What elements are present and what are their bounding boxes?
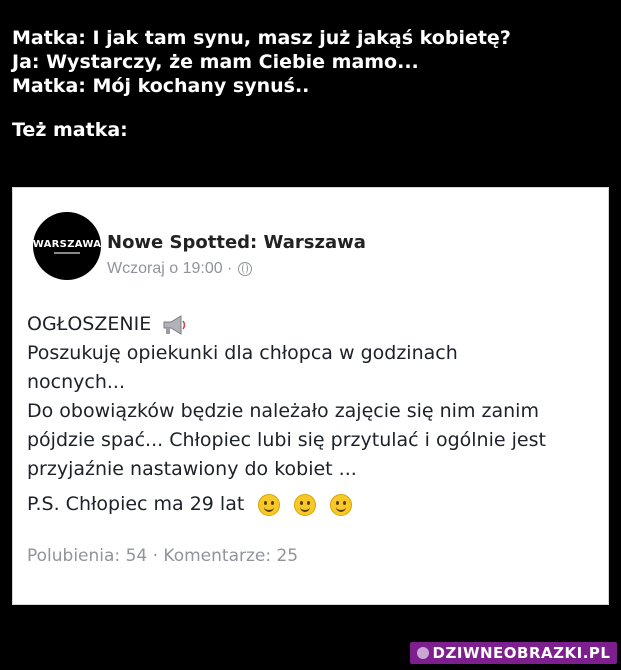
post-timestamp[interactable]: Wczoraj o 19:00 · <box>107 260 232 278</box>
post-title: OGŁOSZENIE <box>27 313 152 335</box>
smile-emoji-icon <box>258 493 281 516</box>
site-watermark: DZIWNEOBRAZKI.PL <box>410 642 617 664</box>
post-meta: Wczoraj o 19:00 · <box>107 260 253 278</box>
post-title-row: OGŁOSZENIE <box>27 310 597 339</box>
watermark-logo-icon <box>416 647 429 659</box>
facebook-post-card: WARSZAWA Nowe Spotted: Warszawa Wczoraj … <box>12 187 609 605</box>
post-body-line-5: przyjaźnie nastawiony do kobiet ... <box>27 458 357 480</box>
meme-caption: Matka: I jak tam synu, masz już jakąś ko… <box>12 26 511 142</box>
page-avatar[interactable]: WARSZAWA <box>33 212 101 280</box>
caption-line-3: Matka: Mój kochany synuś.. <box>12 75 310 97</box>
post-stats[interactable]: Polubienia: 54 · Komentarze: 25 <box>27 546 298 566</box>
caption-line-2: Ja: Wystarczy, że mam Ciebie mamo... <box>12 51 419 73</box>
page-name-link[interactable]: Nowe Spotted: Warszawa <box>107 232 366 253</box>
avatar-underline <box>54 251 80 254</box>
post-body-line-3: Do obowiązków będzie należało zajęcie si… <box>27 400 539 422</box>
megaphone-icon <box>163 314 186 335</box>
post-body: OGŁOSZENIE Poszukuję opiekunki dla chłop… <box>27 310 597 519</box>
post-ps-text: P.S. Chłopiec ma 29 lat <box>27 493 245 515</box>
globe-icon <box>238 262 253 276</box>
smile-emoji-icon <box>294 493 317 516</box>
avatar-brand-text: WARSZAWA <box>32 238 102 250</box>
watermark-text: DZIWNEOBRAZKI.PL <box>432 644 611 662</box>
post-body-line-1: Poszukuję opiekunki dla chłopca w godzin… <box>27 342 458 364</box>
post-ps-row: P.S. Chłopiec ma 29 lat <box>27 490 597 519</box>
caption-line-4: Też matka: <box>12 119 128 141</box>
caption-line-1: Matka: I jak tam synu, masz już jakąś ko… <box>12 27 511 49</box>
post-body-line-2: nocnych... <box>27 371 126 393</box>
smile-emoji-icon <box>330 493 353 516</box>
post-body-line-4: pójdzie spać... Chłopiec lubi się przytu… <box>27 429 546 451</box>
